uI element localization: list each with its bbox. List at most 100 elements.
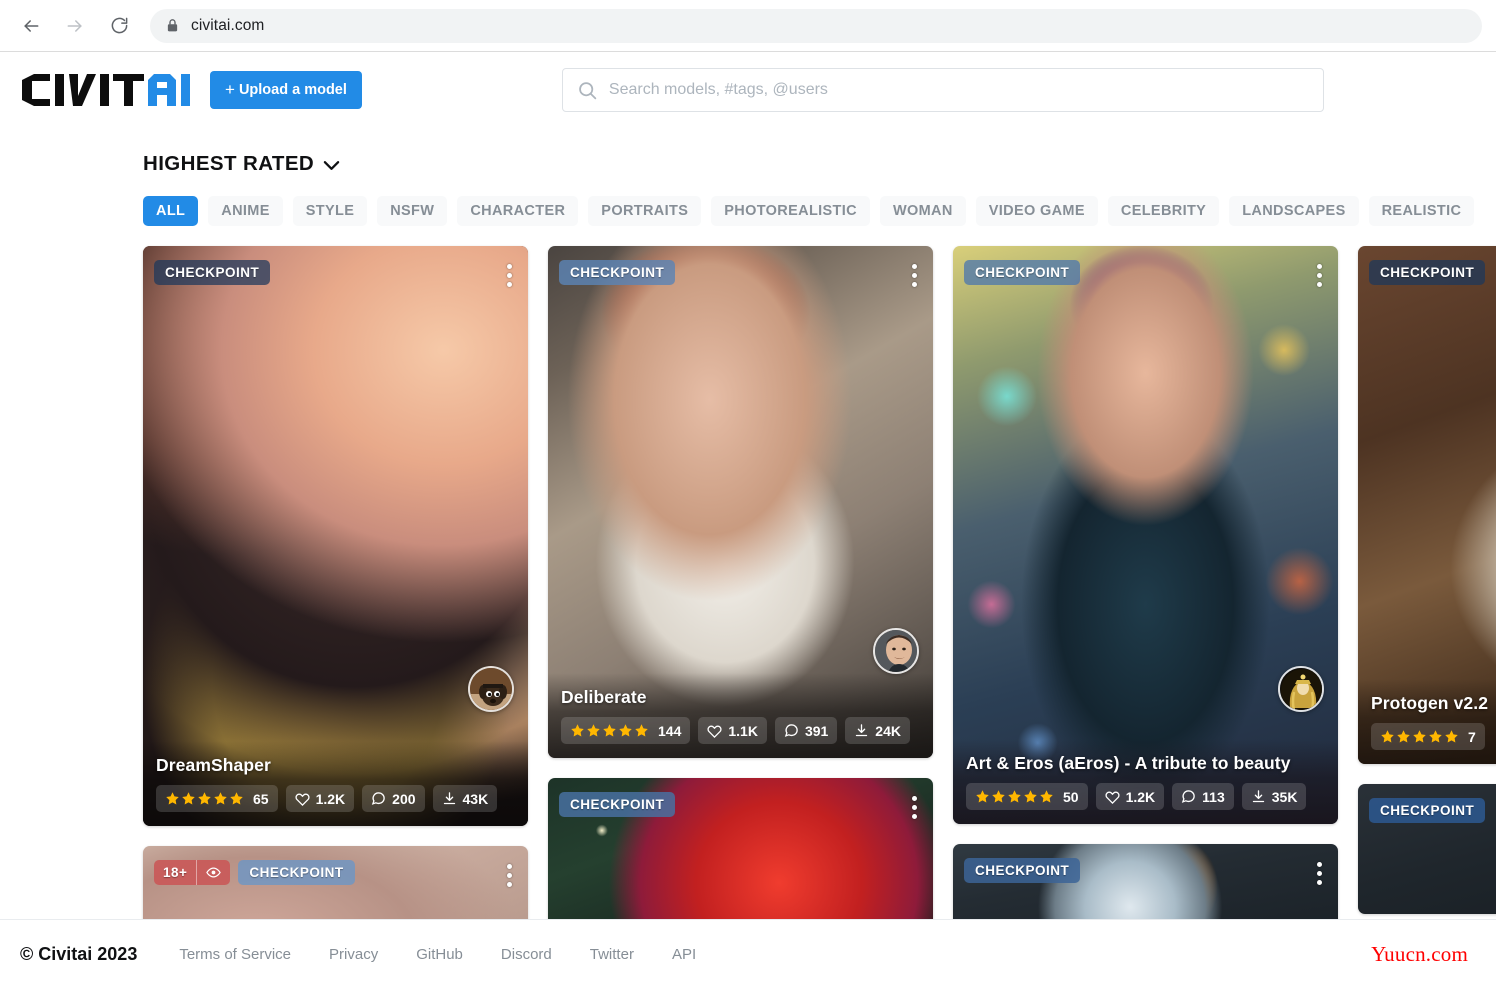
type-badge: CHECKPOINT (154, 260, 271, 285)
card-menu-button[interactable] (910, 262, 919, 289)
footer-link-terms[interactable]: Terms of Service (179, 946, 291, 963)
address-bar[interactable]: civitai.com (150, 8, 1482, 43)
creator-avatar[interactable] (468, 666, 514, 712)
rating-count: 144 (658, 722, 682, 739)
model-card-red-hood-partial[interactable]: CHECKPOINT (548, 778, 933, 919)
rating-count: 65 (253, 790, 269, 807)
star-rating (165, 791, 244, 806)
likes-count: 1.2K (315, 790, 346, 807)
tag-filter-character[interactable]: CHARACTER (457, 196, 579, 226)
likes-count: 1.1K (728, 722, 758, 739)
site-header: + Upload a model (0, 52, 1496, 128)
comments-count: 391 (804, 722, 829, 739)
rating-stat: 7 (1371, 723, 1485, 750)
star-rating (975, 789, 1054, 804)
tag-filter-realistic[interactable]: REALISTIC (1368, 196, 1475, 226)
chevron-down-icon (323, 161, 340, 170)
tag-filter-portraits[interactable]: PORTRAITS (588, 196, 702, 226)
model-card-leopard-partial[interactable]: CHECKPOINT (953, 844, 1338, 919)
model-card-blue-partial[interactable]: CHECKPOINT (1358, 784, 1496, 914)
browser-toolbar: civitai.com (0, 0, 1496, 52)
grid-column-4: CHECKPOINT Protogen v2.2 7 CHECKPOINT (1358, 246, 1496, 914)
downloads-count: 35K (1271, 788, 1298, 805)
model-card-protogen[interactable]: CHECKPOINT Protogen v2.2 7 (1358, 246, 1496, 764)
model-card-deliberate[interactable]: CHECKPOINT Deliberate 144 1.1K 391 24K (548, 246, 933, 758)
footer-link-privacy[interactable]: Privacy (329, 946, 378, 963)
tag-filter-landscapes[interactable]: LANDSCAPES (1229, 196, 1359, 226)
forward-button[interactable] (58, 9, 92, 43)
site-footer: © Civitai 2023 Terms of Service Privacy … (0, 919, 1496, 989)
card-menu-button[interactable] (910, 794, 919, 821)
sort-label: HIGHEST RATED (143, 152, 315, 175)
upload-model-button[interactable]: + Upload a model (210, 71, 362, 109)
tag-filter-all[interactable]: ALL (143, 196, 199, 226)
comments-stat: 200 (362, 785, 425, 812)
comments-count: 113 (1202, 788, 1225, 805)
reload-button[interactable] (102, 9, 136, 43)
model-card-grid: CHECKPOINT DreamShaper 65 1.2K 200 43K 1… (0, 226, 1496, 919)
likes-count: 1.2K (1125, 788, 1156, 805)
downloads-count: 43K (462, 790, 489, 807)
card-stats: 144 1.1K 391 24K (561, 717, 920, 744)
footer-link-discord[interactable]: Discord (501, 946, 552, 963)
tag-filter-nsfw[interactable]: NSFW (377, 196, 448, 226)
card-badges: CHECKPOINT (964, 858, 1081, 883)
tag-filter-photorealistic[interactable]: PHOTOREALISTIC (711, 196, 870, 226)
comments-stat: 113 (1172, 783, 1234, 810)
footer-link-github[interactable]: GitHub (416, 946, 463, 963)
card-menu-button[interactable] (505, 262, 514, 289)
type-badge: CHECKPOINT (964, 858, 1081, 883)
download-icon (443, 792, 455, 805)
lock-icon (167, 19, 178, 32)
arrow-right-icon (67, 19, 82, 32)
grid-column-1: CHECKPOINT DreamShaper 65 1.2K 200 43K 1… (143, 246, 528, 919)
heart-icon (295, 793, 310, 806)
nsfw-badge[interactable]: 18+ (154, 860, 231, 885)
tag-filter-celebrity[interactable]: CELEBRITY (1107, 196, 1220, 226)
card-badges: CHECKPOINT (1369, 260, 1486, 285)
card-menu-button[interactable] (1315, 860, 1324, 887)
model-card-aeros[interactable]: CHECKPOINT Art & Eros (aEros) - A tribut… (953, 246, 1338, 824)
card-stats: 7 (1371, 723, 1496, 750)
card-title: Art & Eros (aEros) - A tribute to beauty (966, 753, 1291, 773)
heart-icon (1105, 791, 1120, 804)
creator-avatar[interactable] (873, 628, 919, 674)
back-button[interactable] (14, 9, 48, 43)
model-card-dreamshaper[interactable]: CHECKPOINT DreamShaper 65 1.2K 200 43K (143, 246, 528, 826)
likes-stat: 1.1K (698, 717, 767, 744)
card-badges: 18+ CHECKPOINT (154, 860, 355, 885)
card-badges: CHECKPOINT (559, 792, 676, 817)
tag-filter-style[interactable]: STYLE (292, 196, 368, 226)
download-icon (1252, 790, 1264, 803)
rating-stat: 50 (966, 783, 1088, 810)
card-badges: CHECKPOINT (154, 260, 271, 285)
rating-count: 7 (1468, 728, 1476, 745)
main-content: HIGHEST RATED ALL ANIME STYLE NSFW CHARA… (0, 128, 1496, 919)
search-input[interactable] (608, 81, 1309, 99)
type-badge: CHECKPOINT (559, 792, 676, 817)
civitai-logo[interactable] (20, 74, 192, 106)
comment-icon (1181, 790, 1195, 803)
nsfw-label: 18+ (163, 865, 188, 880)
footer-link-api[interactable]: API (672, 946, 696, 963)
card-image (953, 246, 1338, 824)
search-bar[interactable] (561, 68, 1324, 112)
search-icon (579, 81, 597, 99)
tag-filter-video-game[interactable]: VIDEO GAME (975, 196, 1098, 226)
creator-avatar[interactable] (1278, 666, 1324, 712)
plus-icon: + (225, 80, 235, 99)
model-card-nsfw-partial[interactable]: 18+ CHECKPOINT (143, 846, 528, 919)
card-menu-button[interactable] (505, 862, 514, 889)
type-badge: CHECKPOINT (1369, 798, 1486, 823)
eye-icon[interactable] (196, 860, 230, 885)
tag-filter-anime[interactable]: ANIME (208, 196, 283, 226)
star-rating (1380, 729, 1459, 744)
sort-dropdown[interactable]: HIGHEST RATED (0, 152, 340, 176)
upload-model-label: Upload a model (238, 82, 347, 98)
footer-link-twitter[interactable]: Twitter (590, 946, 634, 963)
card-menu-button[interactable] (1315, 262, 1324, 289)
url-text: civitai.com (191, 16, 265, 34)
tag-filter-woman[interactable]: WOMAN (879, 196, 966, 226)
card-stats: 65 1.2K 200 43K (156, 785, 515, 812)
card-title: Deliberate (561, 687, 647, 707)
